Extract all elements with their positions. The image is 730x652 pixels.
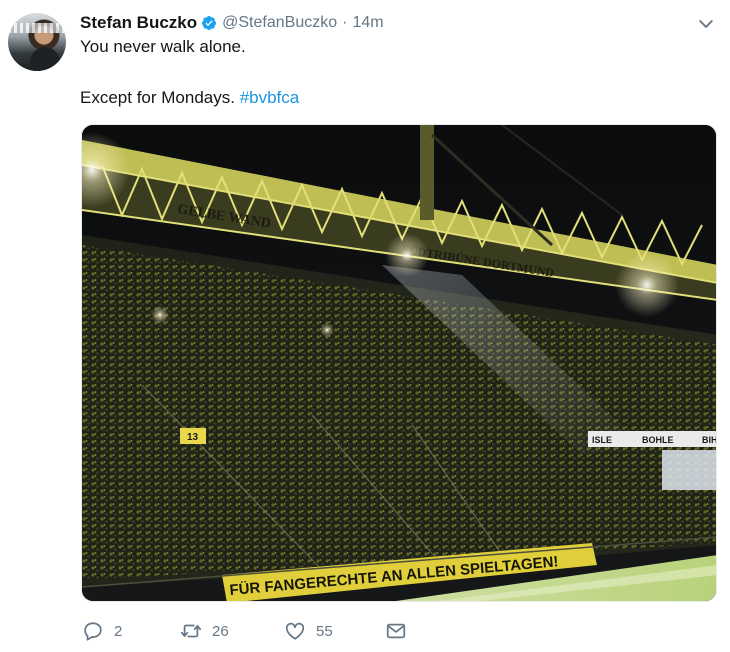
tweet-header: Stefan Buczko @StefanBuczko · 14m: [80, 12, 384, 34]
stadium-sign-right: BIH: [702, 435, 717, 445]
envelope-icon: [386, 623, 406, 639]
tweet-text: You never walk alone. Except for Mondays…: [80, 37, 299, 108]
avatar-background: [8, 23, 66, 33]
heart-icon: [285, 622, 305, 640]
stadium-sign-left: ISLE: [592, 435, 612, 445]
tweet: Stefan Buczko @StefanBuczko · 14m You ne…: [0, 0, 730, 652]
stadium-photo: GELBE WAND SÜDTRIBÜNE DORTMUND ISLE BOHL…: [82, 125, 717, 601]
reply-count: 2: [114, 622, 123, 640]
tweet-photo[interactable]: GELBE WAND SÜDTRIBÜNE DORTMUND ISLE BOHL…: [81, 124, 717, 602]
stadium-sign-mid: BOHLE: [642, 435, 674, 445]
hashtag-link[interactable]: #bvbfca: [240, 88, 300, 107]
avatar[interactable]: [8, 13, 66, 71]
separator-dot: ·: [342, 14, 348, 31]
retweet-button[interactable]: 26: [180, 618, 229, 644]
reply-icon: [84, 622, 102, 641]
like-count: 55: [316, 622, 333, 640]
like-button[interactable]: 55: [284, 618, 333, 644]
tweet-text-line: Except for Mondays. #bvbfca: [80, 88, 299, 108]
direct-message-button[interactable]: [385, 618, 407, 644]
tweet-text-segment: Except for Mondays.: [80, 88, 240, 107]
avatar-figure: [30, 47, 60, 71]
retweet-count: 26: [212, 622, 229, 640]
tweet-text-line: You never walk alone.: [80, 37, 246, 56]
verified-badge-icon: [202, 16, 217, 30]
retweet-icon: [180, 624, 202, 638]
block-number-sign: 13: [187, 432, 199, 443]
tweet-actions: 2 26 55: [80, 618, 440, 644]
author-handle[interactable]: @StefanBuczko: [222, 14, 337, 32]
chevron-down-icon[interactable]: [696, 14, 716, 34]
author-name[interactable]: Stefan Buczko: [80, 13, 197, 33]
timestamp[interactable]: 14m: [352, 14, 383, 32]
reply-button[interactable]: 2: [82, 618, 122, 644]
